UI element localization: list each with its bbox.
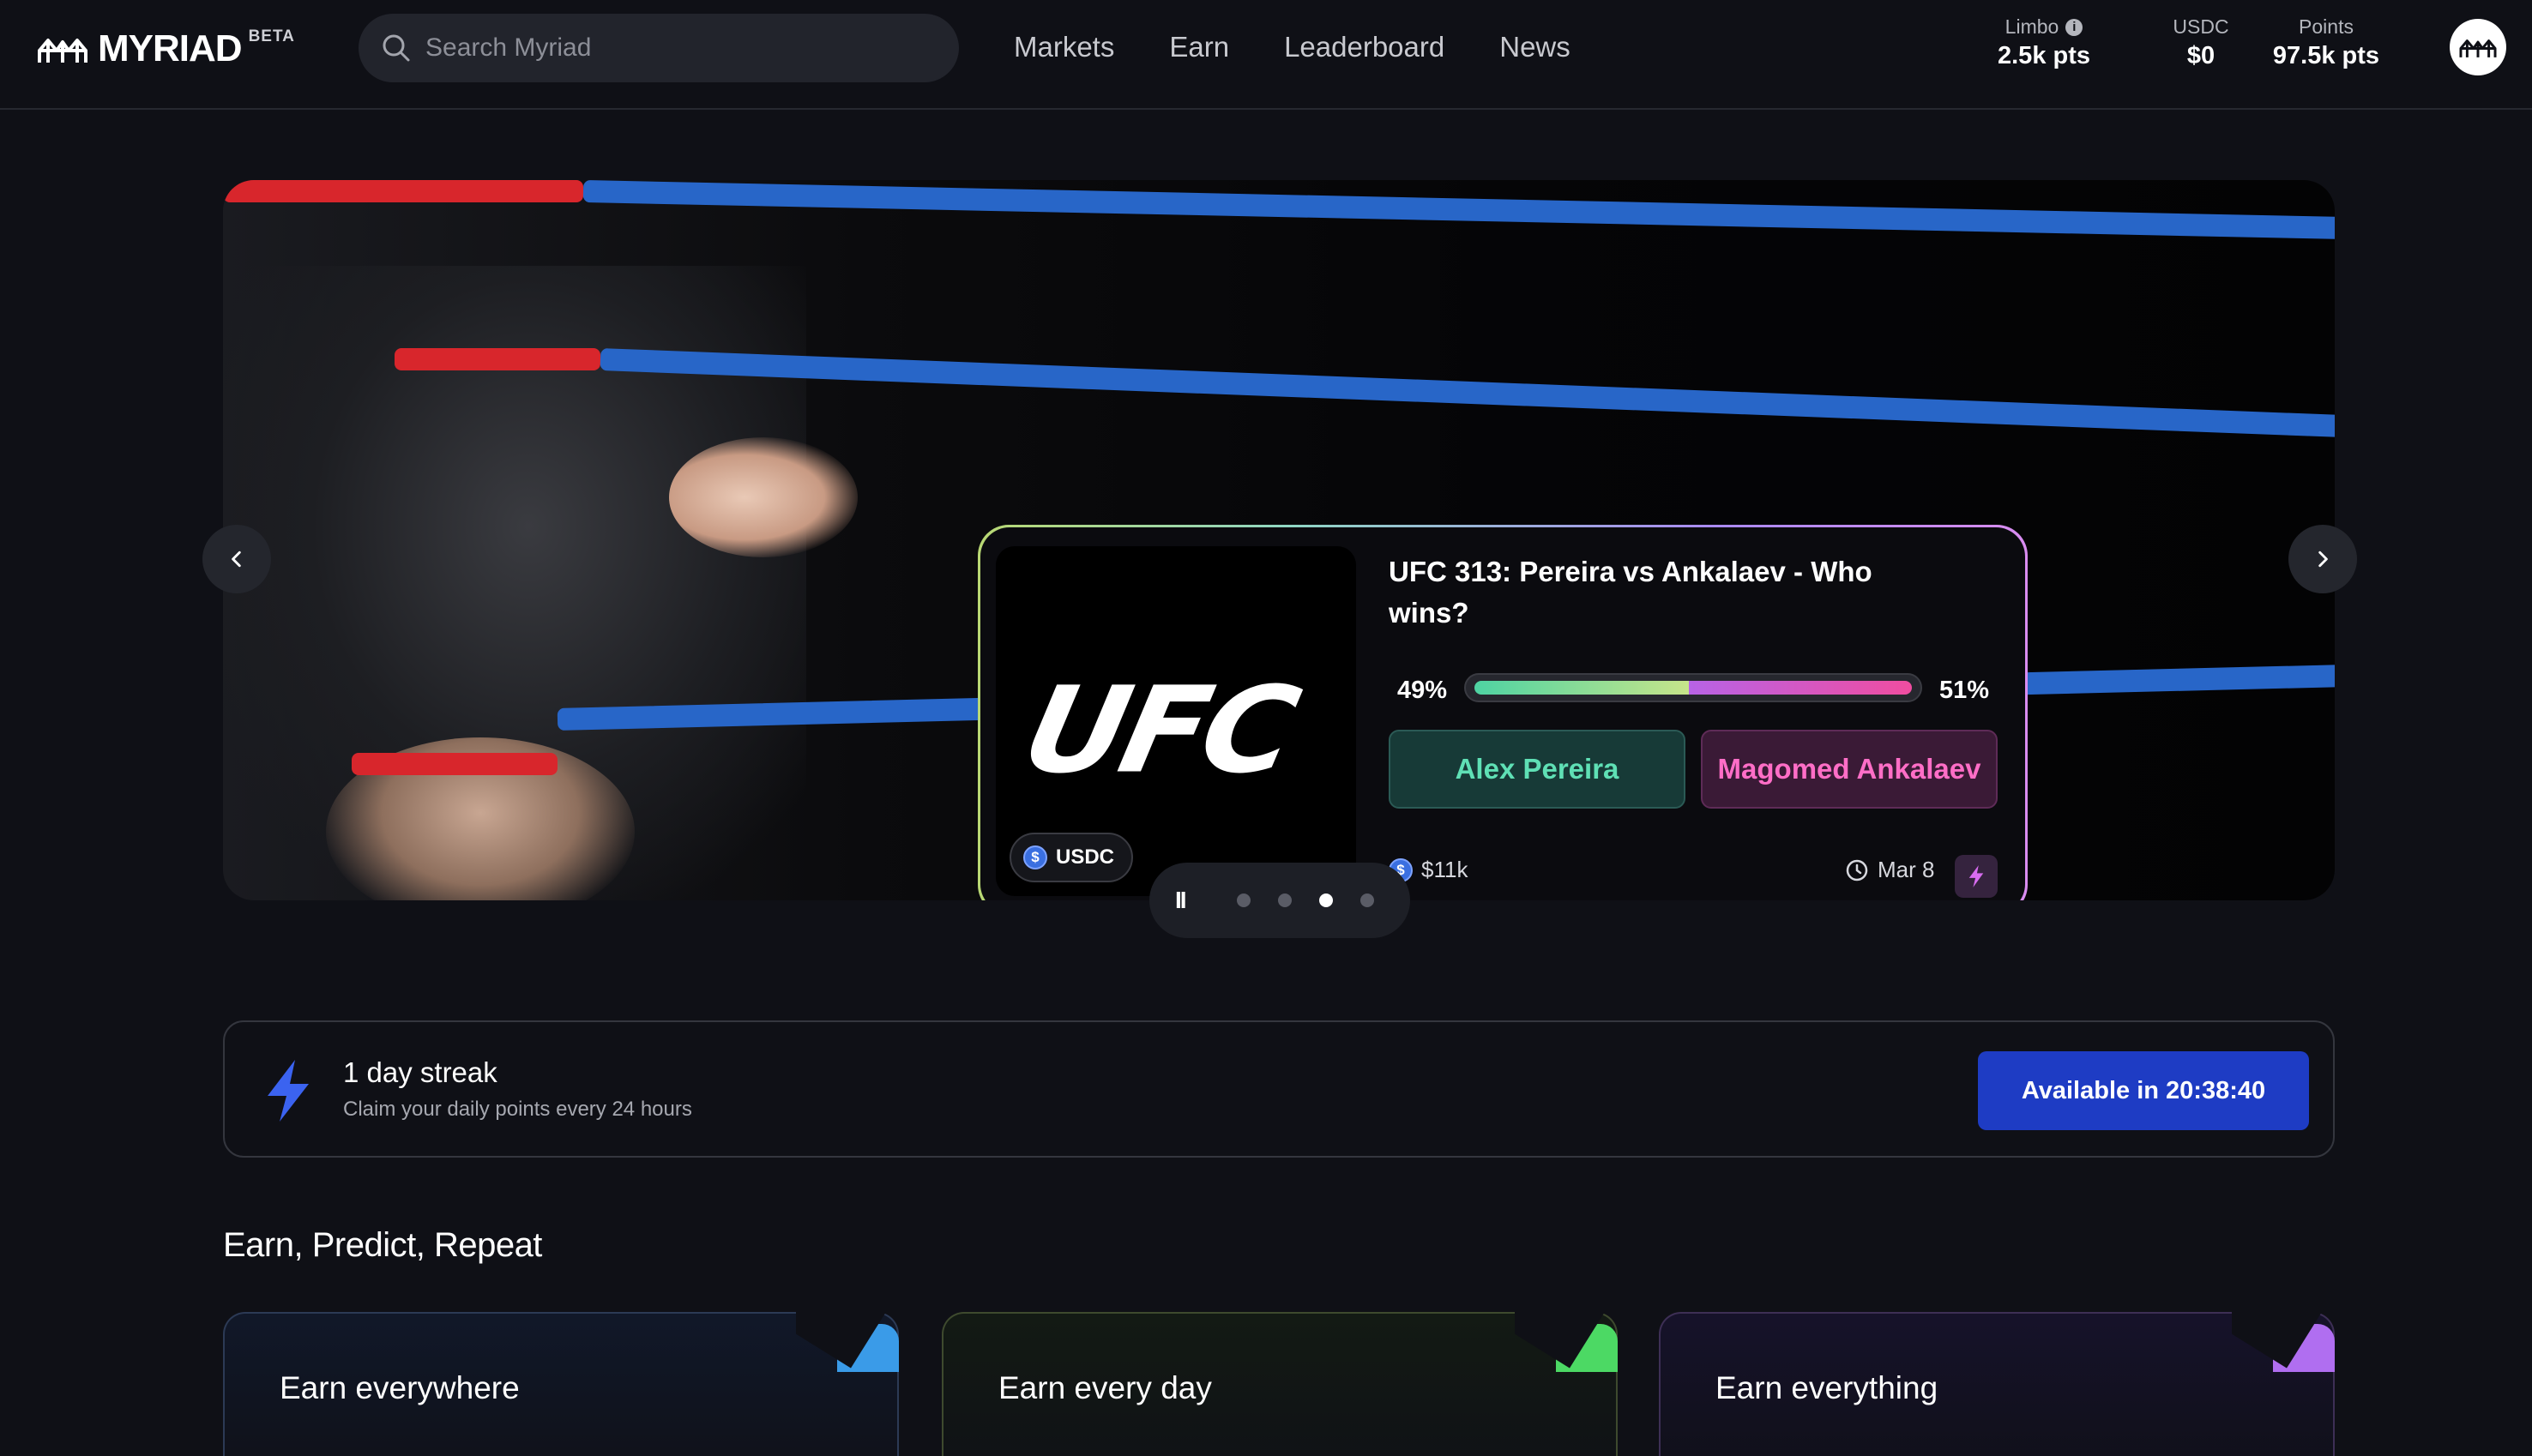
- carousel-dot[interactable]: [1360, 893, 1374, 907]
- points-stat[interactable]: Points 97.5k pts: [2266, 15, 2386, 70]
- earn-card-title: Earn everywhere: [280, 1370, 520, 1405]
- end-date: Mar 8: [1845, 857, 1934, 883]
- carousel-pager: II: [1149, 863, 1410, 938]
- lightning-icon: [1968, 865, 1984, 887]
- carousel-prev-button[interactable]: [202, 525, 271, 593]
- limbo-value: 2.5k pts: [1998, 42, 2090, 69]
- outcome-b-button[interactable]: Magomed Ankalaev: [1701, 730, 1998, 809]
- lightning-icon: [268, 1060, 309, 1122]
- nav-leaderboard[interactable]: Leaderboard: [1284, 26, 1444, 69]
- ufc-logo: UFC: [1011, 661, 1305, 800]
- usdc-coin-icon: $: [1023, 845, 1047, 869]
- streak-title: 1 day streak: [343, 1056, 497, 1088]
- earn-card-title: Earn every day: [998, 1370, 1212, 1405]
- search-bar[interactable]: [359, 14, 959, 82]
- end-date-value: Mar 8: [1878, 857, 1935, 882]
- limbo-label-row: Limbo i: [1971, 15, 2117, 39]
- nav-earn[interactable]: Earn: [1169, 26, 1229, 69]
- quick-bet-button[interactable]: [1955, 855, 1998, 898]
- nav-markets[interactable]: Markets: [1014, 26, 1114, 69]
- ring-rope: [223, 180, 583, 202]
- info-icon[interactable]: i: [2065, 18, 2083, 36]
- usdc-stat[interactable]: USDC $0: [2158, 15, 2244, 70]
- logo[interactable]: MYRIAD BETA: [36, 26, 295, 72]
- avatar[interactable]: [2450, 19, 2506, 75]
- ring-rope: [582, 180, 2335, 240]
- market-card[interactable]: UFC $ USDC UFC 313: Pereira vs Ankalaev …: [978, 525, 2028, 900]
- limbo-label: Limbo: [2004, 15, 2059, 38]
- carousel-dot-active[interactable]: [1319, 893, 1333, 907]
- market-title[interactable]: UFC 313: Pereira vs Ankalaev - Who wins?: [1389, 551, 1938, 634]
- currency-chip: $ USDC: [1010, 833, 1134, 882]
- myriad-logo-icon: [38, 39, 87, 63]
- probability-bar-b: [1689, 681, 1912, 695]
- carousel-dot[interactable]: [1237, 893, 1251, 907]
- usdc-label: USDC: [2173, 15, 2229, 38]
- currency-label: USDC: [1056, 845, 1115, 869]
- carousel-dot[interactable]: [1278, 893, 1292, 907]
- carousel-next-button[interactable]: [2288, 525, 2357, 593]
- claim-points-button[interactable]: Available in 20:38:40: [1978, 1051, 2309, 1130]
- beta-badge: BETA: [248, 27, 295, 45]
- probability-bar-a: [1474, 681, 1689, 695]
- ring-rope: [352, 753, 558, 775]
- main-nav: Markets Earn Leaderboard News: [1014, 26, 1625, 69]
- outcome-a-button[interactable]: Alex Pereira: [1389, 730, 1685, 809]
- card-corner-accent: [2232, 1312, 2335, 1372]
- hero-banner: UFC $ USDC UFC 313: Pereira vs Ankalaev …: [223, 180, 2335, 900]
- card-corner-accent: [1515, 1312, 1618, 1372]
- section-title: Earn, Predict, Repeat: [223, 1226, 542, 1264]
- pause-button[interactable]: II: [1175, 887, 1209, 914]
- outcome-b-percent: 51%: [1939, 677, 1990, 704]
- chevron-right-icon: [2318, 551, 2328, 568]
- earn-card[interactable]: Earn everywhere: [223, 1312, 899, 1456]
- earn-card[interactable]: Earn every day: [942, 1312, 1618, 1456]
- ring-rope: [600, 348, 2335, 438]
- ring-rope: [395, 348, 600, 370]
- card-corner-accent: [796, 1312, 899, 1372]
- fighter-hand-image: [669, 437, 858, 557]
- earn-card-title: Earn everything: [1715, 1370, 1938, 1405]
- limbo-stat[interactable]: Limbo i 2.5k pts: [1971, 15, 2117, 70]
- probability-bar: [1464, 673, 1922, 702]
- market-image: UFC $ USDC: [996, 546, 1356, 896]
- streak-subtitle: Claim your daily points every 24 hours: [343, 1098, 692, 1121]
- logo-text: MYRIAD: [98, 27, 243, 69]
- chevron-left-icon: [232, 551, 241, 568]
- search-input[interactable]: [425, 33, 940, 63]
- points-value: 97.5k pts: [2272, 42, 2380, 69]
- top-bar: MYRIAD BETA Markets Earn Leaderboard New…: [0, 0, 2532, 110]
- usdc-value: $0: [2186, 42, 2216, 69]
- search-icon: [383, 34, 410, 62]
- page: { "header": { "logo_text": "MYRIAD", "lo…: [0, 0, 2532, 1456]
- earn-card[interactable]: Earn everything: [1659, 1312, 2335, 1456]
- points-label: Points: [2299, 15, 2354, 38]
- daily-streak-panel: 1 day streak Claim your daily points eve…: [223, 1020, 2335, 1158]
- avatar-logo-icon: [2459, 39, 2497, 57]
- volume-value: $11k: [1421, 857, 1468, 882]
- market-card-body: UFC $ USDC UFC 313: Pereira vs Ankalaev …: [980, 527, 2025, 900]
- clock-icon: [1846, 859, 1868, 881]
- outcome-a-percent: 49%: [1397, 677, 1448, 704]
- nav-news[interactable]: News: [1499, 26, 1570, 69]
